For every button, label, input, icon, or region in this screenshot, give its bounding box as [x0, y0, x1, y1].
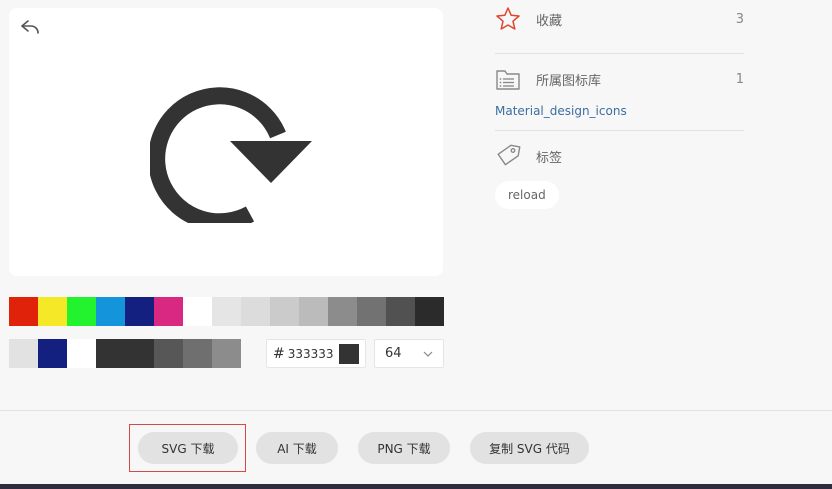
color-swatch[interactable]: [9, 339, 38, 368]
color-swatch[interactable]: [328, 297, 357, 326]
color-swatch[interactable]: [96, 297, 125, 326]
favorites-count: 3: [735, 11, 744, 27]
color-swatch[interactable]: [270, 297, 299, 326]
color-swatch[interactable]: [183, 297, 212, 326]
folder-list-icon: [496, 70, 520, 90]
color-swatch[interactable]: [154, 339, 183, 368]
color-swatch[interactable]: [125, 297, 154, 326]
favorites-label: 收藏: [536, 13, 563, 29]
color-swatch[interactable]: [183, 339, 212, 368]
window-bottom-bar: [0, 484, 832, 489]
size-value: 64: [385, 346, 402, 361]
tags-row: 标签: [495, 142, 744, 170]
chevron-down-icon: [423, 351, 433, 357]
color-swatch[interactable]: [299, 297, 328, 326]
color-swatch[interactable]: [386, 297, 415, 326]
hash-label: #: [273, 345, 285, 362]
color-hex-value[interactable]: 333333: [288, 347, 339, 361]
favorites-row[interactable]: 收藏 3: [495, 5, 744, 33]
tag-icon: [497, 144, 521, 166]
color-swatch[interactable]: [212, 297, 241, 326]
library-row: 所属图标库 1: [495, 65, 744, 93]
color-swatch[interactable]: [212, 339, 241, 368]
color-swatch[interactable]: [357, 297, 386, 326]
color-swatch[interactable]: [125, 339, 154, 368]
color-swatch[interactable]: [9, 297, 38, 326]
star-icon[interactable]: [495, 6, 521, 32]
library-label: 所属图标库: [536, 73, 602, 89]
download-footer: SVG 下载 AI 下载 PNG 下载 复制 SVG 代码: [0, 410, 832, 485]
color-swatch[interactable]: [67, 297, 96, 326]
color-swatch[interactable]: [415, 297, 444, 326]
tag-reload[interactable]: reload: [495, 181, 559, 209]
divider: [495, 53, 744, 54]
icon-preview-card: [9, 8, 443, 276]
divider: [495, 130, 744, 131]
undo-arrow-icon[interactable]: [19, 18, 41, 36]
size-select[interactable]: 64: [374, 339, 444, 368]
library-count: 1: [735, 71, 744, 87]
ai-download-button[interactable]: AI 下载: [256, 432, 338, 464]
copy-svg-code-button[interactable]: 复制 SVG 代码: [470, 432, 589, 464]
color-palette-row-1: [9, 297, 444, 326]
color-swatch[interactable]: [154, 297, 183, 326]
color-swatch[interactable]: [241, 297, 270, 326]
tags-label: 标签: [536, 150, 563, 166]
color-swatch[interactable]: [67, 339, 96, 368]
color-hex-input[interactable]: # 333333: [266, 339, 366, 368]
color-swatch[interactable]: [96, 339, 125, 368]
color-palette-row-2: [9, 339, 241, 368]
png-download-button[interactable]: PNG 下载: [358, 432, 450, 464]
color-swatch[interactable]: [38, 339, 67, 368]
reload-icon: [150, 87, 312, 223]
svg-download-button[interactable]: SVG 下载: [138, 432, 238, 464]
color-preview-swatch: [339, 343, 359, 364]
color-swatch[interactable]: [38, 297, 67, 326]
library-link[interactable]: Material_design_icons: [495, 104, 627, 118]
